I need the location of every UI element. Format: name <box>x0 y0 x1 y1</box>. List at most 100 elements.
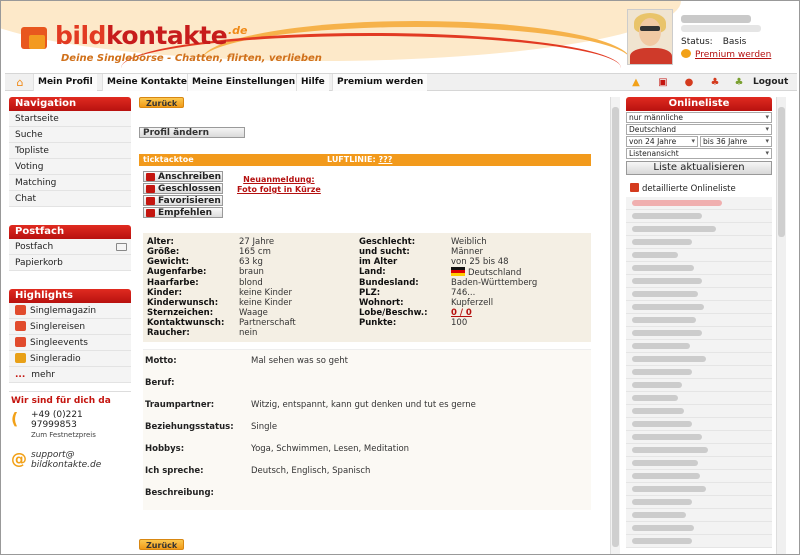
online-list-item[interactable] <box>626 405 772 418</box>
main-scrollbar[interactable] <box>610 97 620 554</box>
premium-link[interactable]: Premium werden <box>681 49 771 60</box>
online-list-item[interactable] <box>626 483 772 496</box>
home-icon[interactable]: ⌂ <box>11 76 29 89</box>
logo-domain: .de <box>228 24 248 37</box>
sidebar-item-singlereisen[interactable]: Singlereisen <box>9 319 131 335</box>
chevron-down-icon: ▾ <box>765 125 769 133</box>
sidebar-item-mehr[interactable]: ... mehr <box>9 367 131 383</box>
online-list-item[interactable] <box>626 275 772 288</box>
new-registration-notice[interactable]: Neuanmeldung: Foto folgt in Kürze <box>237 175 321 195</box>
write-message-button[interactable]: Anschreiben <box>143 171 223 182</box>
online-list-item[interactable] <box>626 301 772 314</box>
bell-icon[interactable]: ▲ <box>629 76 643 89</box>
sidebar-item-chat[interactable]: Chat <box>9 191 131 207</box>
profile-card-icon[interactable]: ▣ <box>656 76 670 89</box>
nav-premium-werden[interactable]: Premium werden <box>332 74 428 91</box>
sidebar-item-singleradio[interactable]: Singleradio <box>9 351 131 367</box>
online-list-item[interactable] <box>626 392 772 405</box>
sidebar-item-papierkorb[interactable]: Papierkorb <box>9 255 131 271</box>
sidebar-item-suche[interactable]: Suche <box>9 127 131 143</box>
header: bildkontakte .de Deine Singlebörse - Cha… <box>1 1 799 73</box>
view-select[interactable]: Listenansicht ▾ <box>626 148 772 159</box>
detail-value: Weiblich <box>451 237 487 247</box>
sidebar-item-postfach[interactable]: Postfach <box>9 239 131 255</box>
germany-flag-icon <box>451 267 465 276</box>
profile-qa: Motto: Mal sehen was so geht Beruf: Traum… <box>143 349 591 510</box>
gender-filter-select[interactable]: nur männliche ▾ <box>626 112 772 123</box>
refresh-list-button[interactable]: Liste aktualisieren <box>626 161 772 175</box>
online-list-item[interactable] <box>626 197 772 210</box>
favorites-icon[interactable]: ♣ <box>708 76 722 89</box>
luftlinie-link[interactable]: ??? <box>378 155 392 164</box>
online-list-item[interactable] <box>626 366 772 379</box>
detail-value: 165 cm <box>239 247 271 257</box>
back-button-top[interactable]: Zurück <box>139 97 185 108</box>
detail-value: 63 kg <box>239 257 263 267</box>
online-list-item[interactable] <box>626 444 772 457</box>
online-list-item[interactable] <box>626 496 772 509</box>
lobe-beschwerde-link[interactable]: 0 / 0 <box>451 308 472 318</box>
envelope-icon <box>116 243 127 251</box>
friends-icon[interactable]: ♣ <box>732 76 746 89</box>
nav-meine-kontakte[interactable]: Meine Kontakte <box>102 74 191 91</box>
detail-value: Männer <box>451 247 484 257</box>
chevron-down-icon: ▾ <box>765 113 769 121</box>
sidebar-item-voting[interactable]: Voting <box>9 159 131 175</box>
detail-value: 746... <box>451 288 476 298</box>
logo[interactable]: bildkontakte <box>55 21 228 50</box>
list-icon <box>630 183 639 192</box>
detail-label: Raucher: <box>147 328 190 338</box>
sidebar-item-topliste[interactable]: Topliste <box>9 143 131 159</box>
favorite-button[interactable]: Favorisieren <box>143 195 223 206</box>
postfach-title: Postfach <box>9 225 131 239</box>
nav-meine-einstellungen[interactable]: Meine Einstellungen <box>187 74 300 91</box>
detail-label: Bundesland: <box>359 278 419 288</box>
online-list-item[interactable] <box>626 210 772 223</box>
online-list-item[interactable] <box>626 379 772 392</box>
contact-email[interactable]: @ support@ bildkontakte.de <box>11 450 129 471</box>
online-list-item[interactable] <box>626 288 772 301</box>
country-filter-select[interactable]: Deutschland ▾ <box>626 124 772 135</box>
sidebar-item-matching[interactable]: Matching <box>9 175 131 191</box>
detail-label: Geschlecht: <box>359 237 416 247</box>
online-list-item[interactable] <box>626 236 772 249</box>
avatar[interactable] <box>627 9 673 65</box>
nav-hilfe[interactable]: Hilfe <box>296 74 329 91</box>
sidebar-item-singlemagazin[interactable]: Singlemagazin <box>9 303 131 319</box>
online-list-item[interactable] <box>626 327 772 340</box>
online-list-item[interactable] <box>626 522 772 535</box>
back-button-bottom[interactable]: Zurück <box>139 539 185 550</box>
edit-profile-button[interactable]: Profil ändern <box>139 127 245 138</box>
online-list-item[interactable] <box>626 418 772 431</box>
closed-button[interactable]: Geschlossen <box>143 183 223 194</box>
sidebar-item-singleevents[interactable]: Singleevents <box>9 335 131 351</box>
online-list-item[interactable] <box>626 249 772 262</box>
age-to-select[interactable]: bis 36 Jahre ▾ <box>700 136 772 147</box>
online-list-item[interactable] <box>626 223 772 236</box>
profile-details: Alter: 27 Jahre Geschlecht: Weiblich Größe: 1… <box>143 233 591 342</box>
logout-link[interactable]: Logout <box>753 74 788 91</box>
slogan: Deine Singlebörse - Chatten, flirten, ve… <box>61 53 322 64</box>
online-list-item[interactable] <box>626 457 772 470</box>
age-from-select[interactable]: von 24 Jahre ▾ <box>626 136 698 147</box>
nav-mein-profil[interactable]: Mein Profil <box>33 74 97 91</box>
detail-value: 0 / 0 <box>451 308 583 318</box>
recommend-button[interactable]: Empfehlen <box>143 207 223 218</box>
sidebar-item-startseite[interactable]: Startseite <box>9 111 131 127</box>
logo-mark-icon[interactable] <box>21 25 49 51</box>
qa-row: Hobbys: Yoga, Schwimmen, Lesen, Meditatio… <box>145 444 410 454</box>
detail-value: von 25 bis 48 <box>451 257 509 267</box>
online-list-item[interactable] <box>626 353 772 366</box>
online-list-item[interactable] <box>626 314 772 327</box>
detailed-list-link[interactable]: detaillierte Onlineliste <box>626 181 772 197</box>
online-list-item[interactable] <box>626 535 772 548</box>
user-id-blurred <box>681 25 761 32</box>
online-list-item[interactable] <box>626 262 772 275</box>
online-list-item[interactable] <box>626 340 772 353</box>
online-list-item[interactable] <box>626 509 772 522</box>
visitors-icon[interactable]: ● <box>682 76 696 89</box>
online-list-item[interactable] <box>626 470 772 483</box>
online-list-scrollbar[interactable] <box>776 97 786 554</box>
postfach-box: Postfach Postfach Papierkorb <box>9 225 131 271</box>
online-list-item[interactable] <box>626 431 772 444</box>
